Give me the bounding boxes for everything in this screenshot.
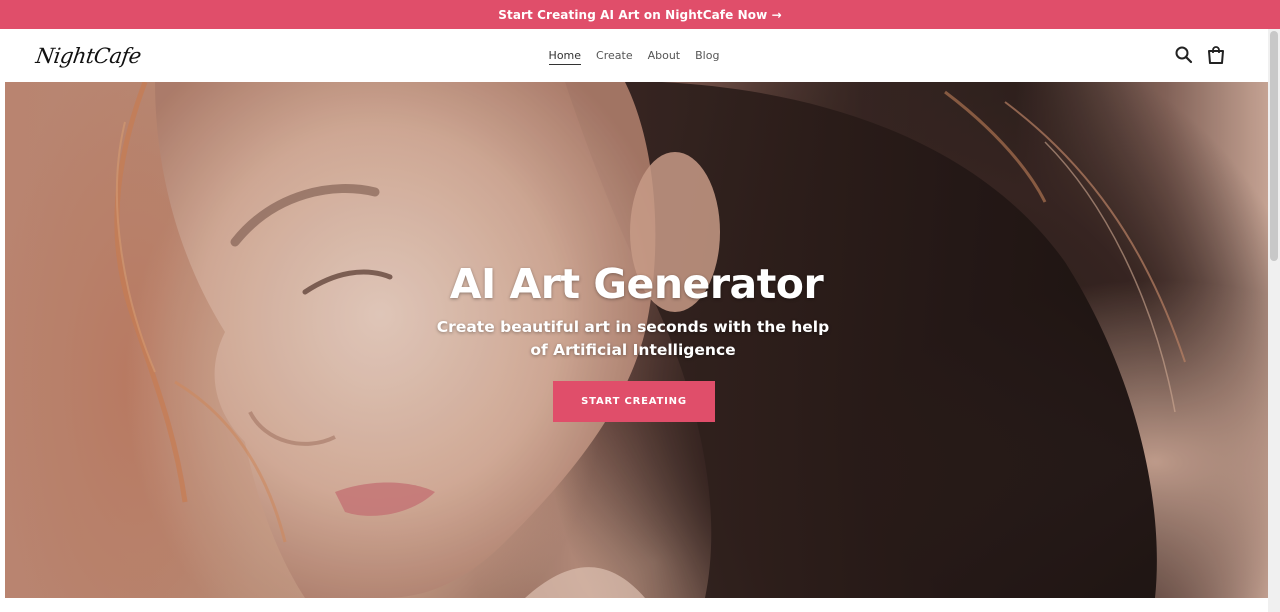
nightcafe-logo[interactable]: NightCafe bbox=[34, 41, 143, 71]
scrollbar-thumb[interactable] bbox=[1270, 31, 1278, 261]
main-nav: Home Create About Blog bbox=[0, 29, 1268, 82]
nav-blog-link[interactable]: Blog bbox=[695, 47, 719, 64]
hero-title: AI Art Generator bbox=[449, 260, 824, 308]
cart-icon[interactable] bbox=[1206, 45, 1226, 65]
page-below-hero bbox=[0, 598, 1268, 612]
search-icon[interactable] bbox=[1174, 45, 1194, 65]
hero-subtitle: Create beautiful art in seconds with the… bbox=[436, 318, 830, 359]
page-scrollbar[interactable] bbox=[1268, 29, 1280, 612]
hero-section: AI Art Generator Create beautiful art in… bbox=[5, 82, 1268, 598]
start-creating-button[interactable]: START CREATING bbox=[553, 381, 715, 422]
announcement-bar[interactable]: Start Creating AI Art on NightCafe Now → bbox=[0, 0, 1280, 29]
nav-about-link[interactable]: About bbox=[648, 47, 681, 64]
site-header: NightCafe Home Create About Blog bbox=[0, 29, 1268, 82]
nav-home-link[interactable]: Home bbox=[548, 47, 582, 65]
announcement-link[interactable]: Start Creating AI Art on NightCafe Now → bbox=[498, 8, 782, 22]
nav-create-link[interactable]: Create bbox=[596, 47, 633, 64]
